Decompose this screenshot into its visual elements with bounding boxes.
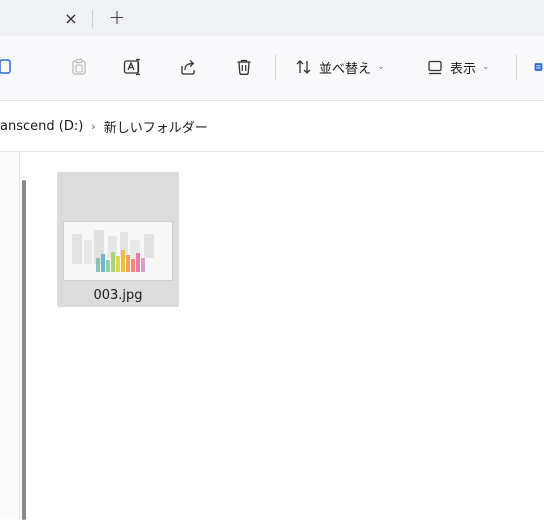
breadcrumb: anscend (D:) › 新しいフォルダー: [0, 101, 208, 151]
rename-icon: [123, 58, 140, 76]
sort-icon: [296, 60, 311, 74]
chevron-down-icon: ⌄: [482, 62, 490, 72]
share-button[interactable]: [175, 54, 201, 80]
address-bar[interactable]: anscend (D:) › 新しいフォルダー: [0, 101, 544, 152]
details-icon: [534, 63, 543, 71]
chevron-right-icon[interactable]: ›: [91, 120, 95, 133]
thumbnail-image: [64, 222, 172, 280]
clipboard-icon: [72, 58, 86, 75]
command-bar: 並べ替え ⌄ 表示 ⌄: [0, 36, 544, 101]
navigation-pane: [0, 152, 20, 519]
trash-icon: [237, 59, 251, 75]
copy-button[interactable]: [0, 54, 14, 80]
chevron-down-icon: ⌄: [377, 62, 385, 72]
tab-divider: [92, 10, 93, 28]
delete-button[interactable]: [231, 54, 257, 80]
rename-button[interactable]: [120, 54, 146, 80]
image-thumbnail: [63, 221, 173, 281]
paste-button[interactable]: [66, 54, 92, 80]
view-button[interactable]: 表示 ⌄: [426, 54, 506, 80]
new-tab-button[interactable]: +: [104, 5, 130, 29]
sort-button[interactable]: 並べ替え ⌄: [295, 54, 407, 80]
view-label: 表示: [450, 61, 477, 77]
file-tile[interactable]: 003.jpg: [57, 172, 179, 307]
nav-pane-scrollbar[interactable]: [22, 180, 26, 520]
tab-strip: × +: [0, 0, 544, 36]
more-button[interactable]: [534, 54, 544, 80]
toolbar-divider: [516, 54, 517, 80]
close-tab-button[interactable]: ×: [58, 6, 84, 30]
breadcrumb-drive[interactable]: anscend (D:): [0, 119, 83, 134]
share-icon: [181, 60, 195, 75]
view-icon: [428, 60, 442, 75]
copy-icon: [0, 59, 11, 74]
sort-label: 並べ替え: [319, 61, 372, 77]
plus-icon: +: [108, 5, 126, 29]
toolbar-divider: [275, 54, 276, 80]
file-name: 003.jpg: [93, 288, 143, 303]
close-icon: ×: [64, 8, 78, 28]
breadcrumb-folder[interactable]: 新しいフォルダー: [104, 117, 208, 136]
